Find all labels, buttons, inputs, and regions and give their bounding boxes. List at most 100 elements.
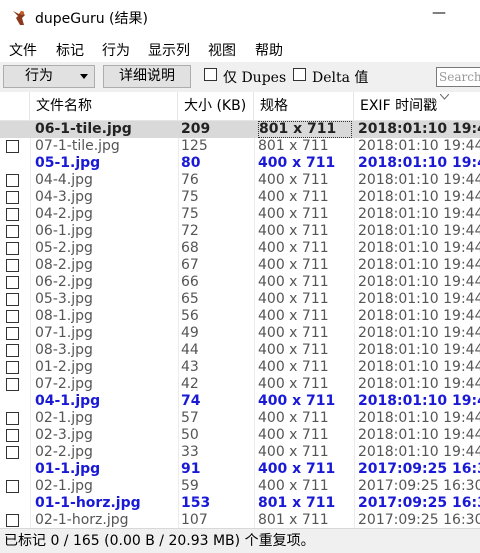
cell-size: 66 [181,274,199,290]
cell-filename: 07-2.jpg [35,376,93,392]
row-mark-checkbox[interactable] [6,174,19,187]
table-row[interactable]: 05-1.jpg 80 400 x 711 2018:01:10 19:44 [0,155,480,172]
menu-view[interactable]: 视图 [208,40,236,60]
row-mark-checkbox[interactable] [6,242,19,255]
menu-columns[interactable]: 显示列 [148,40,190,60]
menu-help[interactable]: 帮助 [255,40,283,60]
cell-exif: 2018:01:10 19:44 [358,410,480,426]
row-mark-checkbox[interactable] [6,276,19,289]
header-check-column[interactable] [0,92,30,120]
cell-size: 75 [181,206,199,222]
cell-filename: 02-2.jpg [35,444,93,460]
cell-size: 33 [181,444,199,460]
cell-exif: 2018:01:10 19:44 [358,342,480,358]
cell-resolution: 400 x 711 [258,427,329,443]
actions-dropdown-label: 行为 [25,68,53,84]
row-mark-checkbox[interactable] [6,514,19,527]
table-row[interactable]: 08-2.jpg 67 400 x 711 2018:01:10 19:44 [0,257,480,274]
cell-size: 209 [181,121,211,137]
row-mark-checkbox[interactable] [6,293,19,306]
table-row[interactable]: 01-2.jpg 43 400 x 711 2018:01:10 19:44 [0,359,480,376]
menu-mark[interactable]: 标记 [56,40,84,60]
table-row[interactable]: 07-1-tile.jpg 125 801 x 711 2018:01:10 19:4… [0,138,480,155]
details-button[interactable]: 详细说明 [103,65,191,88]
table-row[interactable]: 05-3.jpg 65 400 x 711 2018:01:10 19:44 [0,291,480,308]
table-row[interactable]: 06-2.jpg 66 400 x 711 2018:01:10 19:44 [0,274,480,291]
cell-exif: 2018:01:10 19:44 [358,138,480,154]
cell-resolution: 400 x 711 [258,291,329,307]
cell-exif: 2017:09:25 16:30 [358,512,480,528]
table-row[interactable]: 04-2.jpg 75 400 x 711 2018:01:10 19:44 [0,206,480,223]
dropdown-arrow-icon [80,74,88,79]
row-mark-checkbox[interactable] [6,327,19,340]
table-row[interactable]: 08-3.jpg 44 400 x 711 2018:01:10 19:44 [0,342,480,359]
table-row[interactable]: 04-3.jpg 75 400 x 711 2018:01:10 19:44 [0,189,480,206]
cell-exif: 2018:01:10 19:44 [358,376,480,392]
cell-filename: 05-2.jpg [35,240,93,256]
table-row[interactable]: 01-1.jpg 91 400 x 711 2017:09:25 16:30 [0,461,480,478]
minimize-button[interactable]: — [432,5,446,21]
row-mark-checkbox[interactable] [6,361,19,374]
window-title: dupeGuru (结果) [35,11,148,27]
cell-filename: 01-1-horz.jpg [35,495,141,511]
row-mark-checkbox[interactable] [6,310,19,323]
row-mark-checkbox[interactable] [6,412,19,425]
table-body: 06-1-tile.jpg 209 801 x 711 2018:01:10 19:4… [0,121,480,528]
cell-filename: 04-3.jpg [35,189,93,205]
cell-filename: 07-1.jpg [35,325,93,341]
cell-size: 67 [181,257,199,273]
row-mark-checkbox[interactable] [6,140,19,153]
table-row[interactable]: 04-4.jpg 76 400 x 711 2018:01:10 19:44 [0,172,480,189]
cell-resolution: 400 x 711 [258,376,329,392]
cell-filename: 06-1-tile.jpg [35,121,132,137]
table-row[interactable]: 02-1.jpg 57 400 x 711 2018:01:10 19:44 [0,410,480,427]
delta-values-checkbox[interactable] [293,68,306,81]
only-dupes-label: 仅 Dupes [223,70,287,86]
cell-resolution: 400 x 711 [258,410,329,426]
only-dupes-checkbox[interactable] [204,68,217,81]
header-size[interactable]: 大小 (KB) [178,92,254,120]
menu-file[interactable]: 文件 [9,40,37,60]
cell-exif: 2018:01:10 19:44 [358,444,480,460]
table-row[interactable]: 02-2.jpg 33 400 x 711 2018:01:10 19:44 [0,444,480,461]
cell-size: 80 [181,155,201,171]
cell-resolution: 801 x 711 [258,121,352,138]
cell-filename: 05-1.jpg [35,155,101,171]
row-mark-checkbox[interactable] [6,446,19,459]
cell-resolution: 400 x 711 [258,461,336,477]
menu-actions[interactable]: 行为 [102,40,130,60]
cell-exif: 2018:01:10 19:44 [358,206,480,222]
table-row[interactable]: 07-2.jpg 42 400 x 711 2018:01:10 19:44 [0,376,480,393]
table-row[interactable]: 04-1.jpg 74 400 x 711 2018:01:10 19:44 [0,393,480,410]
row-mark-checkbox[interactable] [6,191,19,204]
row-mark-checkbox[interactable] [6,259,19,272]
row-mark-checkbox[interactable] [6,429,19,442]
cell-filename: 04-4.jpg [35,172,93,188]
table-row[interactable]: 07-1.jpg 49 400 x 711 2018:01:10 19:44 [0,325,480,342]
table-row[interactable]: 02-3.jpg 50 400 x 711 2018:01:10 19:44 [0,427,480,444]
actions-dropdown[interactable]: 行为 [3,65,95,88]
row-mark-checkbox[interactable] [6,225,19,238]
cell-resolution: 400 x 711 [258,274,329,290]
row-mark-checkbox[interactable] [6,480,19,493]
table-row[interactable]: 05-2.jpg 68 400 x 711 2018:01:10 19:44 [0,240,480,257]
table-row[interactable]: 02-1-horz.jpg 107 801 x 711 2017:09:25 16:3… [0,512,480,528]
table-row[interactable]: 01-1-horz.jpg 153 801 x 711 2017:09:25 16:3… [0,495,480,512]
status-bar: 已标记 0 / 165 (0.00 B / 20.93 MB) 个重复项。 [0,528,480,553]
cell-size: 65 [181,291,199,307]
row-mark-checkbox[interactable] [6,208,19,221]
cell-resolution: 801 x 711 [258,495,336,511]
row-mark-checkbox[interactable] [6,344,19,357]
header-exif[interactable]: EXIF 时间戳 [354,92,480,120]
search-input[interactable]: Search... [436,67,480,87]
table-row[interactable]: 08-1.jpg 56 400 x 711 2018:01:10 19:44 [0,308,480,325]
table-row[interactable]: 02-1.jpg 59 400 x 711 2017:09:25 16:30 [0,478,480,495]
row-mark-checkbox[interactable] [6,378,19,391]
header-resolution[interactable]: 规格 [254,92,354,120]
header-filename[interactable]: 文件名称 [30,92,178,120]
results-table[interactable]: 文件名称 大小 (KB) 规格 EXIF 时间戳 06-1-tile.jpg 20… [0,92,480,528]
cell-exif: 2018:01:10 19:44 [358,393,480,409]
cell-filename: 07-1-tile.jpg [35,138,120,154]
table-row[interactable]: 06-1.jpg 72 400 x 711 2018:01:10 19:44 [0,223,480,240]
table-row[interactable]: 06-1-tile.jpg 209 801 x 711 2018:01:10 19:4… [0,121,480,138]
